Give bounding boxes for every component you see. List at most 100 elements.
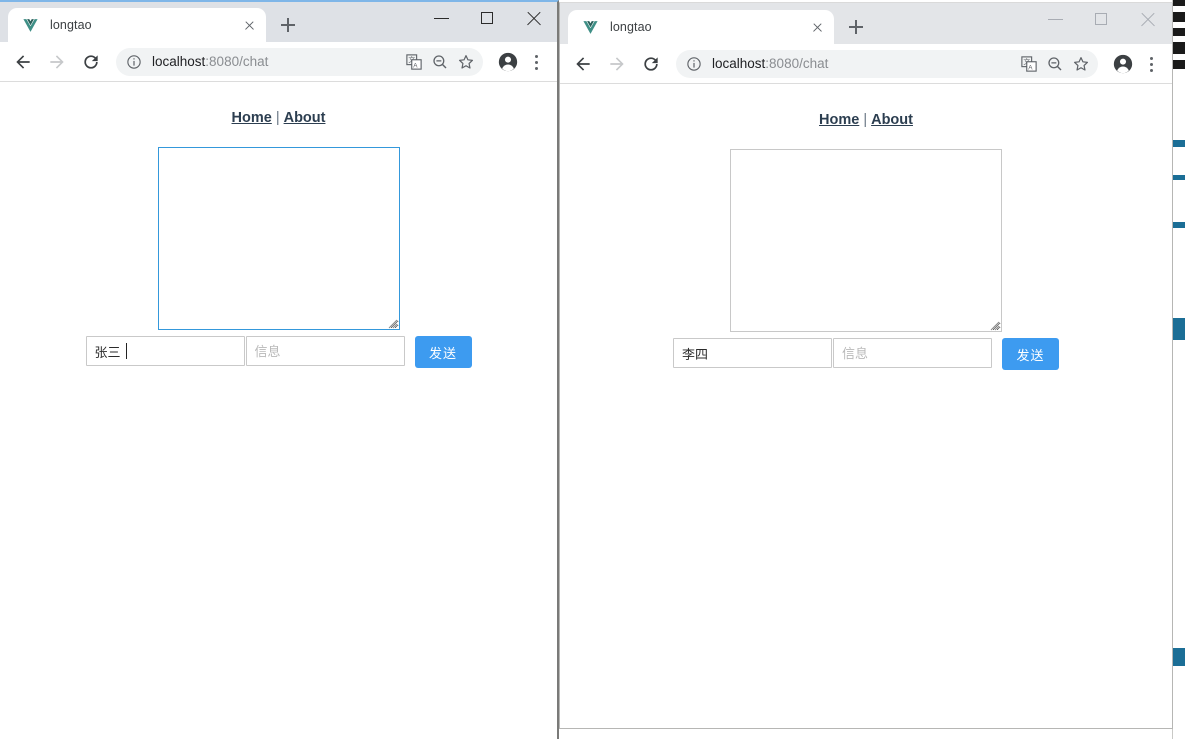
browser-toolbar: localhost:8080/chat 文 A bbox=[0, 42, 557, 82]
messages-textarea[interactable] bbox=[157, 147, 400, 330]
minimize-button[interactable] bbox=[419, 2, 465, 34]
forward-arrow-icon bbox=[50, 54, 64, 69]
messages-textarea[interactable] bbox=[730, 149, 1002, 332]
send-button[interactable]: 发送 bbox=[1002, 338, 1059, 370]
site-nav: Home | About bbox=[0, 82, 557, 126]
forward-arrow-icon bbox=[610, 56, 624, 71]
address-bar-url: localhost:8080/chat bbox=[152, 54, 401, 69]
back-button[interactable] bbox=[568, 49, 598, 79]
chat-input-row: 发送 bbox=[560, 338, 1172, 370]
nav-link-about[interactable]: About bbox=[871, 112, 913, 128]
nav-link-home[interactable]: Home bbox=[819, 112, 859, 128]
desktop-artifact bbox=[1173, 12, 1185, 22]
url-host: localhost bbox=[712, 56, 766, 71]
chat-area: 发送 bbox=[560, 149, 1172, 370]
three-dot-menu-icon bbox=[534, 60, 538, 64]
maximize-button[interactable] bbox=[465, 2, 511, 34]
site-nav: Home | About bbox=[560, 84, 1172, 128]
window-controls bbox=[1033, 3, 1171, 37]
svg-text:A: A bbox=[413, 62, 418, 69]
desktop-artifact bbox=[1173, 175, 1185, 180]
translate-icon[interactable]: 文 A bbox=[401, 49, 427, 75]
browser-tab[interactable]: longtao bbox=[568, 10, 834, 44]
desktop-artifact bbox=[1173, 60, 1185, 69]
svg-text:A: A bbox=[1028, 64, 1033, 71]
vue-logo-icon bbox=[23, 18, 38, 32]
three-dot-menu-icon bbox=[1149, 56, 1153, 60]
address-bar-url: localhost:8080/chat bbox=[712, 56, 1016, 71]
zoom-out-icon[interactable] bbox=[1042, 51, 1068, 77]
chat-area: 发送 bbox=[0, 147, 557, 368]
desktop-artifact bbox=[1173, 318, 1185, 340]
info-circle-icon[interactable] bbox=[686, 56, 702, 72]
tab-strip: longtao bbox=[560, 3, 1172, 44]
reload-button[interactable] bbox=[636, 49, 666, 79]
three-dot-menu-icon bbox=[534, 66, 538, 70]
desktop-artifact bbox=[1173, 648, 1185, 666]
browser-menu-button[interactable] bbox=[523, 47, 549, 77]
close-tab-icon[interactable] bbox=[238, 14, 260, 36]
url-host: localhost bbox=[152, 54, 206, 69]
desktop-artifact bbox=[1173, 140, 1185, 147]
three-dot-menu-icon bbox=[534, 54, 538, 58]
send-button[interactable]: 发送 bbox=[414, 336, 472, 368]
reload-icon bbox=[84, 54, 98, 69]
back-arrow-icon bbox=[576, 56, 590, 71]
close-window-button[interactable] bbox=[1125, 3, 1171, 37]
reload-button[interactable] bbox=[76, 47, 106, 77]
message-input[interactable] bbox=[245, 336, 405, 366]
window-controls bbox=[419, 2, 557, 34]
profile-button[interactable] bbox=[493, 47, 523, 77]
username-input[interactable] bbox=[673, 338, 832, 368]
desktop-artifact bbox=[1173, 222, 1185, 228]
browser-window-left[interactable]: longtao localhost:8080/chat A Home | Abo… bbox=[0, 0, 559, 739]
chat-input-row: 发送 bbox=[0, 336, 557, 368]
page-content: Home|About 发送 bbox=[0, 82, 557, 738]
url-path: :8080/chat bbox=[765, 56, 829, 71]
text-caret bbox=[125, 343, 127, 359]
vue-logo-icon bbox=[583, 20, 598, 34]
translate-icon[interactable]: 文 A bbox=[1016, 51, 1042, 77]
star-icon[interactable] bbox=[1068, 51, 1094, 77]
new-tab-icon[interactable] bbox=[274, 11, 302, 39]
forward-button[interactable] bbox=[42, 47, 72, 77]
username-input[interactable] bbox=[85, 336, 245, 366]
info-circle-icon[interactable] bbox=[126, 54, 142, 70]
address-bar-actions: 文 A bbox=[401, 49, 479, 75]
star-icon[interactable] bbox=[453, 49, 479, 75]
three-dot-menu-icon bbox=[1149, 68, 1153, 72]
desktop-artifact bbox=[1173, 0, 1185, 6]
back-arrow-icon bbox=[16, 54, 30, 69]
nav-separator: | bbox=[275, 110, 280, 126]
nav-link-home[interactable]: Home bbox=[232, 110, 272, 126]
maximize-button[interactable] bbox=[1079, 3, 1125, 37]
close-window-button[interactable] bbox=[511, 2, 557, 34]
nav-link-about[interactable]: About bbox=[284, 110, 326, 126]
desktop-artifact bbox=[1173, 28, 1185, 36]
minimize-button[interactable] bbox=[1033, 3, 1079, 37]
browser-tab[interactable]: longtao bbox=[8, 8, 266, 42]
url-path: :8080/chat bbox=[205, 54, 269, 69]
close-tab-icon[interactable] bbox=[806, 16, 828, 38]
reload-icon bbox=[644, 56, 658, 71]
zoom-out-icon[interactable] bbox=[427, 49, 453, 75]
desktop-artifact bbox=[1173, 42, 1185, 54]
page-content: Home|About 发送 bbox=[560, 84, 1172, 726]
profile-avatar-icon bbox=[498, 52, 518, 71]
forward-button[interactable] bbox=[602, 49, 632, 79]
address-bar[interactable]: localhost:8080/chat 文 A bbox=[116, 47, 483, 76]
address-bar-actions: 文 A bbox=[1016, 51, 1094, 77]
tab-strip: longtao bbox=[0, 2, 557, 42]
tab-title: longtao bbox=[50, 18, 92, 32]
three-dot-menu-icon bbox=[1149, 62, 1153, 66]
browser-menu-button[interactable] bbox=[1138, 49, 1164, 79]
address-bar[interactable]: localhost:8080/chat 文 A bbox=[676, 49, 1098, 78]
browser-window-right[interactable]: longtao localhost:8080/chat A Home | Abo… bbox=[559, 2, 1173, 729]
tab-title: longtao bbox=[610, 20, 652, 34]
browser-toolbar: localhost:8080/chat 文 A bbox=[560, 44, 1172, 84]
back-button[interactable] bbox=[8, 47, 38, 77]
nav-separator: | bbox=[863, 112, 868, 128]
profile-button[interactable] bbox=[1108, 49, 1138, 79]
message-input[interactable] bbox=[833, 338, 992, 368]
new-tab-icon[interactable] bbox=[842, 13, 870, 41]
